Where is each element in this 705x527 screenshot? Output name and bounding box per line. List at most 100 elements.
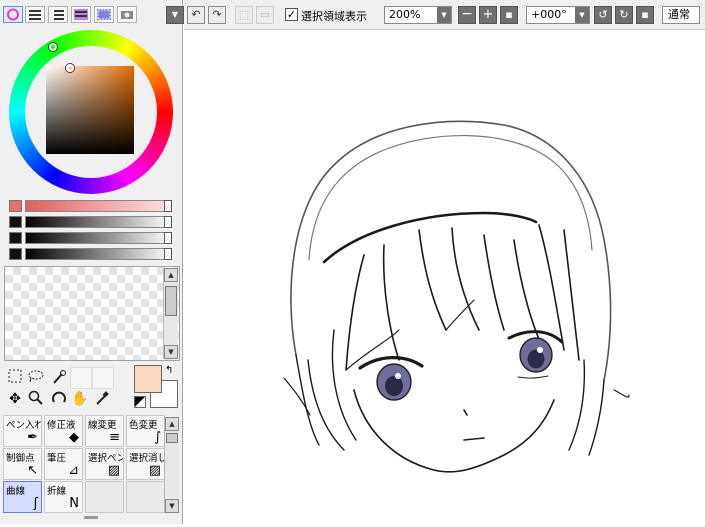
rotate-icon[interactable] (49, 390, 69, 408)
blend-mode-select[interactable]: 通常 (662, 6, 700, 24)
rgb-slider-tab[interactable] (25, 6, 45, 23)
swatches-tab-icon (97, 9, 111, 20)
show-selection-label: 選択領域表示 (301, 10, 367, 23)
saturation-value-marker[interactable] (66, 64, 74, 72)
tool-grid-scrollbar[interactable]: ▲ ▼ (164, 417, 179, 513)
scratchpad-scrollbar[interactable]: ▲ ▼ (163, 268, 178, 359)
rotate-right-icon[interactable]: ↻ (615, 6, 633, 24)
slider-4-swatch (9, 248, 22, 260)
zoom-select[interactable]: 200% ▼ (384, 6, 452, 24)
slider-3-thumb[interactable] (164, 232, 172, 244)
scratchpad-tab[interactable] (117, 6, 137, 23)
tool-polyline[interactable]: 折線 N (44, 481, 83, 513)
slider-3[interactable] (9, 232, 172, 244)
tool-label: 筆圧 (47, 453, 67, 464)
scroll-down-icon[interactable]: ▼ (165, 499, 179, 513)
slider-2-track[interactable] (25, 216, 172, 228)
tool-label: 選択消し (129, 453, 165, 464)
empty-tool-slot (70, 367, 92, 389)
select-pen-icon: ▨ (107, 463, 120, 478)
slider-red[interactable] (9, 200, 172, 212)
swap-colors-icon[interactable]: ↰ (165, 365, 173, 376)
rotation-value: +000° (531, 8, 567, 21)
slider-2[interactable] (9, 216, 172, 228)
rotate-left-icon[interactable]: ↺ (594, 6, 612, 24)
lasso-icon[interactable] (26, 369, 46, 387)
chevron-down-icon: ▼ (437, 7, 451, 23)
control-point-icon: ↖ (27, 463, 38, 478)
slider-3-swatch (9, 232, 22, 244)
scratchpad[interactable] (4, 266, 180, 361)
tool-select-pen[interactable]: 選択ペン ▨ (85, 448, 124, 480)
color-change-icon: ∫ (154, 430, 161, 445)
eraser-icon: ◆ (69, 430, 79, 445)
redo-icon[interactable]: ↷ (208, 6, 226, 24)
pressure-icon: ⊿ (68, 463, 79, 478)
hand-icon[interactable]: ✋ (70, 390, 90, 408)
tool-color-change[interactable]: 色変更 ∫ (126, 415, 165, 447)
swatches-tab[interactable] (94, 6, 114, 23)
tool-control-point[interactable]: 制御点 ↖ (3, 448, 42, 480)
tool-label: 選択ペン (88, 453, 124, 464)
selection-rect-icon[interactable] (5, 369, 25, 387)
tool-grid-scroll-thumb[interactable] (166, 433, 178, 443)
curve-icon: ʃ (33, 496, 38, 511)
panel-menu-button[interactable]: ▼ (166, 6, 184, 24)
slider-2-thumb[interactable] (164, 216, 172, 228)
tool-pen[interactable]: ペン入れ ✒ (3, 415, 42, 447)
tool-pressure[interactable]: 筆圧 ⊿ (44, 448, 83, 480)
slider-red-thumb[interactable] (164, 200, 172, 212)
empty-tool-slot (85, 481, 124, 513)
line-art-drawing (283, 120, 630, 473)
tool-label: 折線 (47, 486, 67, 497)
zoom-out-button[interactable]: − (458, 6, 476, 24)
tool-line-change[interactable]: 線変更 ≡ (85, 415, 124, 447)
tool-label: ペン入れ (6, 420, 42, 431)
panel-resize-grip[interactable] (84, 516, 98, 519)
select-erase-icon: ▨ (148, 463, 161, 478)
slider-4[interactable] (9, 248, 172, 260)
hsv-slider-tab[interactable] (48, 6, 68, 23)
color-wheel-tab[interactable] (3, 6, 23, 23)
polyline-icon: N (69, 496, 79, 511)
scroll-up-icon[interactable]: ▲ (164, 268, 178, 282)
color-wheel-tab-icon (7, 8, 19, 21)
zoom-reset-button[interactable]: ▪ (500, 6, 518, 24)
top-toolbar: ▼ ↶ ↷ ⬚ ▭ ✓ 選択領域表示 200% ▼ − + ▪ +000° ▼ … (166, 0, 705, 30)
move-icon[interactable]: ✥ (5, 390, 25, 408)
left-panel: ▲ ▼ ✥ ✋ ↰ ペン入れ ✒ 修正液 ◆ 線変更 ≡ 色変更 ∫ 制御点 ↖… (0, 0, 183, 524)
tool-eraser[interactable]: 修正液 ◆ (44, 415, 83, 447)
undo-icon[interactable]: ↶ (187, 6, 205, 24)
rgb-slider-tab-icon (29, 10, 41, 20)
drawing-canvas[interactable] (184, 30, 705, 524)
tool-label: 色変更 (129, 420, 158, 431)
slider-3-track[interactable] (25, 232, 172, 244)
slider-red-track[interactable] (25, 200, 172, 212)
deselect-icon[interactable]: ⬚ (235, 6, 253, 24)
scratchpad-scroll-thumb[interactable] (165, 286, 177, 316)
rotation-reset-button[interactable]: ▪ (636, 6, 654, 24)
color-set-tab-icon (74, 9, 88, 20)
tool-curve[interactable]: 曲線 ʃ (3, 481, 42, 513)
rotation-select[interactable]: +000° ▼ (526, 6, 590, 24)
saturation-value-square[interactable] (46, 66, 134, 154)
show-selection-checkbox[interactable]: ✓ (285, 8, 298, 21)
tool-grid: ペン入れ ✒ 修正液 ◆ 線変更 ≡ 色変更 ∫ 制御点 ↖ 筆圧 ⊿ 選択ペン… (3, 415, 165, 513)
tool-select-erase[interactable]: 選択消し ▨ (126, 448, 165, 480)
tool-label: 線変更 (88, 420, 117, 431)
zoom-icon[interactable] (26, 390, 46, 408)
color-set-tab[interactable] (71, 6, 91, 23)
slider-4-track[interactable] (25, 248, 172, 260)
hue-marker[interactable] (49, 43, 57, 51)
slider-4-thumb[interactable] (164, 248, 172, 260)
scroll-down-icon[interactable]: ▼ (164, 345, 178, 359)
slider-red-swatch (9, 200, 22, 212)
scroll-up-icon[interactable]: ▲ (165, 417, 179, 431)
zoom-in-button[interactable]: + (479, 6, 497, 24)
hsv-slider-tab-icon (54, 10, 64, 20)
foreground-color-swatch-top[interactable] (134, 365, 162, 393)
clear-icon[interactable]: ▭ (256, 6, 274, 24)
magic-wand-icon[interactable] (49, 369, 69, 387)
eyedropper-icon[interactable] (92, 390, 112, 408)
reset-colors-icon[interactable] (134, 396, 146, 408)
